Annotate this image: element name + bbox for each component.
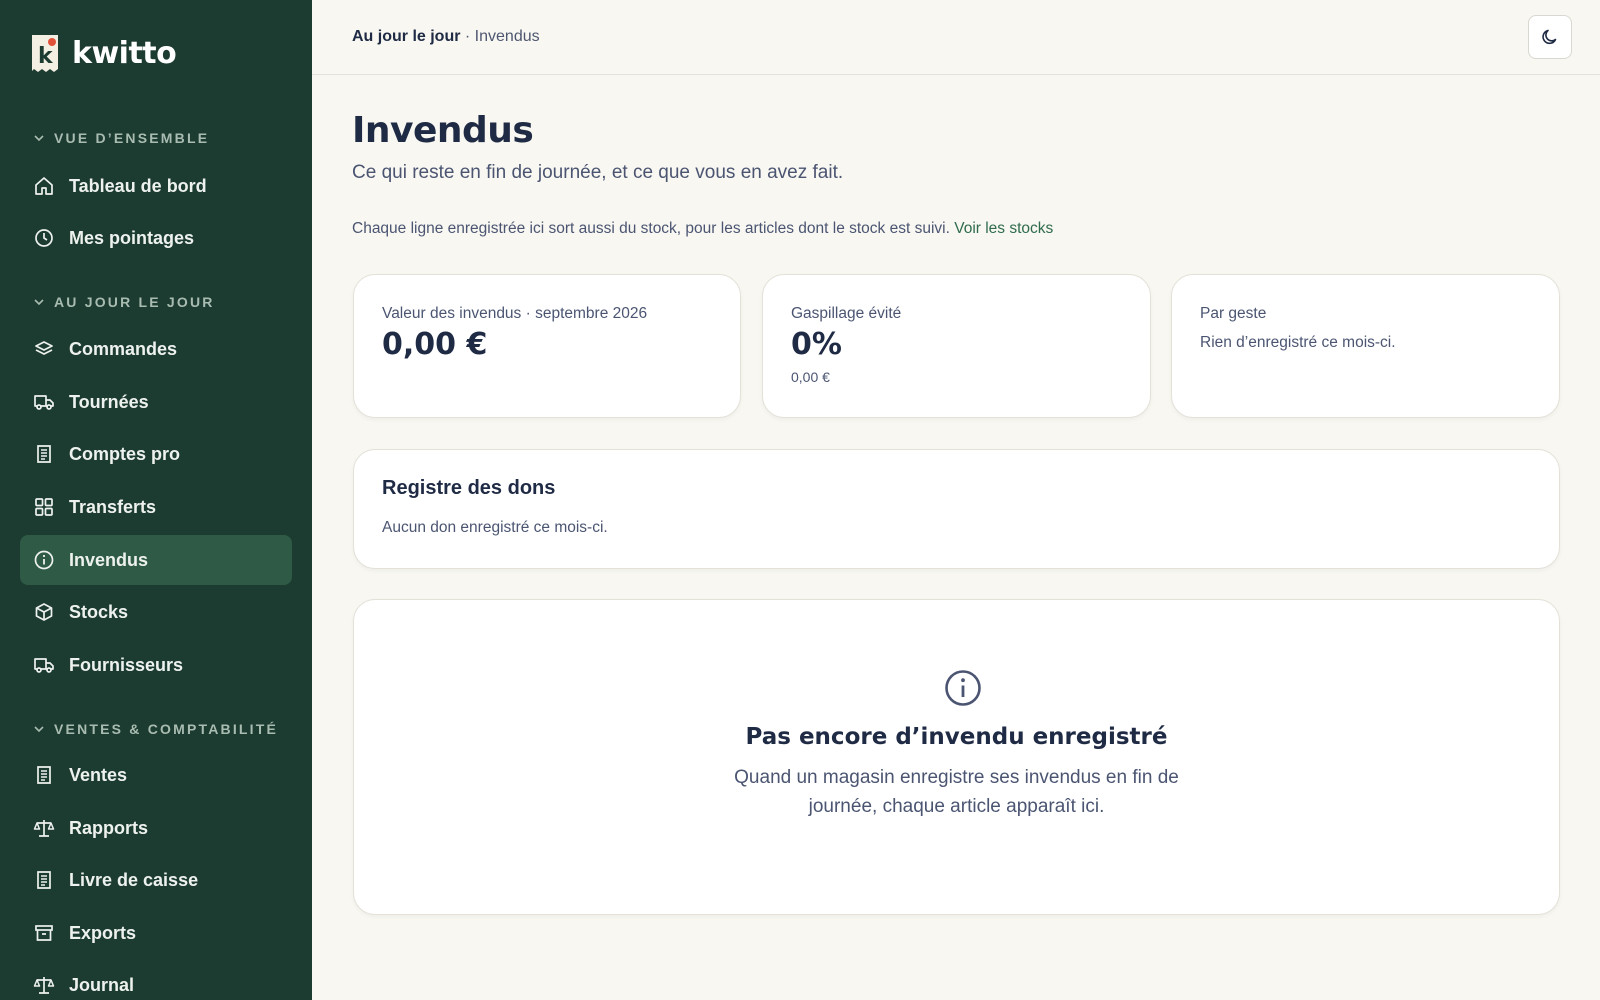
- sidebar-item-tableau-de-bord[interactable]: Tableau de bord: [20, 161, 292, 211]
- sidebar-item-label: Stocks: [69, 601, 129, 622]
- sidebar-item-exports[interactable]: Exports: [20, 908, 292, 958]
- theme-toggle-button[interactable]: [1528, 15, 1572, 59]
- sidebar-item-ventes[interactable]: Ventes: [20, 750, 292, 800]
- info-icon: [945, 670, 981, 706]
- chevron-down-icon: [34, 135, 44, 142]
- sidebar-item-comptes-pro[interactable]: Comptes pro: [20, 429, 292, 479]
- sidebar-item-label: Livre de caisse: [69, 869, 199, 890]
- sidebar-item-journal[interactable]: Journal: [20, 960, 292, 1000]
- donations-card: Registre des dons Aucun don enregistré c…: [353, 449, 1560, 569]
- sidebar-item-label: Transferts: [69, 496, 157, 517]
- receipt-icon: [33, 869, 55, 891]
- stat-card-waste: Gaspillage évité 0% 0,00 €: [762, 274, 1151, 418]
- stat-card-by-action: Par geste Rien d’enregistré ce mois-ci.: [1171, 274, 1560, 418]
- stat-label: Gaspillage évité: [791, 305, 902, 322]
- donations-text: Aucun don enregistré ce mois-ci.: [382, 519, 608, 536]
- sidebar-item-label: Fournisseurs: [69, 654, 184, 675]
- stat-label: Par geste: [1200, 305, 1267, 322]
- chevron-down-icon: [34, 726, 44, 733]
- sidebar-item-label: Journal: [69, 974, 135, 995]
- sidebar-item-label: Tableau de bord: [69, 175, 207, 196]
- stat-value: 0%: [791, 327, 842, 362]
- empty-state-card: Pas encore d’invendu enregistré Quand un…: [353, 599, 1560, 915]
- section-label: AU JOUR LE JOUR: [54, 294, 215, 310]
- truck-icon: [33, 654, 55, 676]
- stat-label: Valeur des invendus · septembre 2026: [382, 305, 648, 322]
- breadcrumb-parent[interactable]: Au jour le jour: [352, 28, 460, 45]
- info-icon: [33, 549, 55, 571]
- sidebar-item-label: Rapports: [69, 817, 149, 838]
- empty-state-text: Quand un magasin enregistre ses invendus…: [734, 767, 1179, 817]
- scale-icon: [33, 817, 55, 839]
- view-stocks-link[interactable]: Voir les stocks: [954, 220, 1053, 237]
- scale-icon: [33, 974, 55, 996]
- breadcrumb: Au jour le jour · Invendus: [352, 28, 540, 46]
- sidebar-item-label: Commandes: [69, 338, 178, 359]
- stock-info-label: Chaque ligne enregistrée ici sort aussi …: [352, 220, 955, 237]
- moon-icon: [1542, 29, 1557, 45]
- section-label: VENTES & COMPTABILITÉ: [54, 721, 279, 737]
- clock-icon: [33, 227, 55, 249]
- page-title: Invendus: [352, 110, 534, 151]
- sidebar-item-rapports[interactable]: Rapports: [20, 803, 292, 853]
- kwitto-logo-icon: k: [30, 33, 60, 73]
- stat-card-value: Valeur des invendus · septembre 2026 0,0…: [353, 274, 741, 418]
- sidebar-item-label: Exports: [69, 922, 137, 943]
- sidebar-item-label: Invendus: [69, 549, 149, 570]
- empty-state-title: Pas encore d’invendu enregistré: [745, 724, 1168, 750]
- breadcrumb-current: Invendus: [474, 28, 540, 45]
- section-au-jour-le-jour[interactable]: AU JOUR LE JOUR: [32, 294, 215, 310]
- sidebar-item-invendus[interactable]: Invendus: [20, 535, 292, 585]
- sidebar-item-label: Comptes pro: [69, 443, 181, 464]
- layers-icon: [33, 338, 55, 360]
- sidebar-item-stocks[interactable]: Stocks: [20, 587, 292, 637]
- stat-note: Rien d’enregistré ce mois-ci.: [1200, 334, 1396, 351]
- brand-name: kwitto: [72, 35, 177, 71]
- sidebar-item-fournisseurs[interactable]: Fournisseurs: [20, 640, 292, 690]
- truck-icon: [33, 391, 55, 413]
- logo-letter: k: [38, 44, 54, 69]
- section-label: VUE D’ENSEMBLE: [54, 130, 210, 146]
- stat-value: 0,00 €: [382, 327, 488, 362]
- box-icon: [33, 601, 55, 623]
- sidebar-item-label: Tournées: [69, 391, 149, 412]
- receipt-icon: [33, 443, 55, 465]
- topbar: Au jour le jour · Invendus: [312, 0, 1600, 75]
- donations-title: Registre des dons: [382, 477, 556, 499]
- sidebar-item-tournees[interactable]: Tournées: [20, 377, 292, 427]
- chevron-down-icon: [34, 299, 44, 306]
- sidebar: k kwitto VUE D’ENSEMBLE Tableau de bord …: [0, 0, 312, 1000]
- sidebar-item-mes-pointages[interactable]: Mes pointages: [20, 213, 292, 263]
- sidebar-item-transferts[interactable]: Transferts: [20, 482, 292, 532]
- archive-icon: [33, 922, 55, 944]
- sidebar-item-label: Ventes: [69, 764, 128, 785]
- breadcrumb-separator: ·: [460, 28, 475, 45]
- sidebar-item-commandes[interactable]: Commandes: [20, 324, 292, 374]
- stat-subvalue: 0,00 €: [791, 369, 830, 385]
- receipt-icon: [33, 764, 55, 786]
- section-ventes-comptabilite[interactable]: VENTES & COMPTABILITÉ: [32, 721, 278, 737]
- brand[interactable]: k kwitto: [30, 33, 177, 73]
- home-icon: [33, 175, 55, 197]
- section-vue-ensemble[interactable]: VUE D’ENSEMBLE: [32, 130, 209, 146]
- grid-icon: [33, 496, 55, 518]
- sidebar-item-label: Mes pointages: [69, 227, 195, 248]
- page-subtitle: Ce qui reste en fin de journée, et ce qu…: [352, 162, 844, 183]
- sidebar-item-livre-de-caisse[interactable]: Livre de caisse: [20, 855, 292, 905]
- stock-info-text: Chaque ligne enregistrée ici sort aussi …: [352, 220, 1053, 238]
